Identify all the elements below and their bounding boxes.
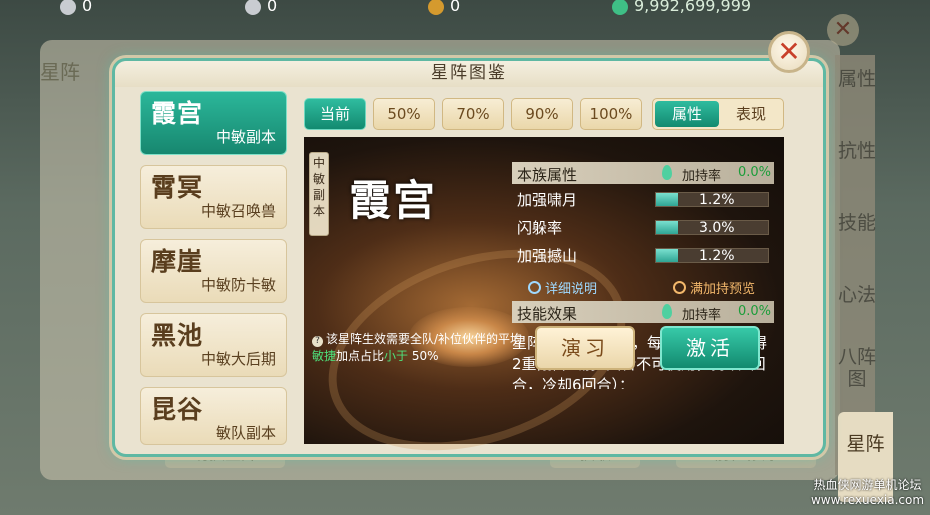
magnifier-icon [528,281,541,294]
close-icon[interactable]: ✕ [768,31,810,73]
right-tab-xinfa[interactable]: 心法 [838,284,876,306]
silver-coin-icon [245,0,261,15]
tab-50[interactable]: 50% [373,98,435,130]
attribute-name: 闪躲率 [517,219,563,237]
formation-desc: 中敏副本 [215,128,276,146]
tab-100[interactable]: 100% [580,98,642,130]
formation-detail-panel: 中敏副本 霞宫 本族属性 加持率 0.0% 加强啸月 1.2% 闪躲率 3.0%… [302,137,784,486]
activation-requirement-note: ? 该星阵生效需要全队/补位伙伴的平均敏捷加点占比小于 50% [312,332,523,363]
right-tab-skills[interactable]: 技能 [838,212,876,234]
right-tab-resistance[interactable]: 抗性 [838,140,876,162]
formation-item-heichi[interactable]: 黑池 中敏大后期 [140,313,287,377]
formation-codex-dialog: 星阵图鉴 霞宫 中敏副本 霄冥 中敏召唤兽 摩崖 中敏防卡敏 黑池 中敏大后期 … [112,58,826,486]
background-left-tab: 星阵 [40,60,80,84]
attribute-bar-fill [656,193,679,206]
toggle-attributes[interactable]: 属性 [655,101,719,127]
detail-link[interactable]: 详细说明 [528,278,597,297]
skill-effect-header: 技能效果 加持率 0.0% [512,301,774,323]
formation-big-name: 霞宫 [349,176,438,225]
formation-desc: 中敏大后期 [200,350,276,368]
formation-name: 霞宫 [151,99,204,128]
bonus-rate-value: 0.0% [738,304,772,319]
watermark: 热血侠网游单机论坛 www.rexuexia.com [805,478,930,508]
right-tab-attributes[interactable]: 属性 [838,68,876,90]
activate-button[interactable]: 激活 [660,326,760,370]
bonus-rate-value: 0.0% [738,165,772,180]
formation-desc: 中敏召唤兽 [200,202,276,220]
formation-item-xiaoming[interactable]: 霄冥 中敏召唤兽 [140,165,287,229]
jade-gem-icon [662,304,672,319]
skill-effect-label: 技能效果 [517,305,578,323]
resource-gold: 0 [428,0,460,17]
formation-name: 昆谷 [151,395,204,424]
help-icon[interactable]: ? [312,336,323,347]
attribute-bar: 1.2% [655,248,769,264]
race-attributes-header: 本族属性 加持率 0.0% [512,162,774,184]
toggle-appearance[interactable]: 表现 [719,101,783,127]
tab-90[interactable]: 90% [511,98,573,130]
right-tab-bazhentu[interactable]: 八阵图 [838,346,876,390]
formation-item-kungu[interactable]: 昆谷 敏队副本 [140,387,287,445]
jade-gem-icon [662,165,672,180]
watermark-line-1: 热血侠网游单机论坛 [813,478,922,492]
full-bonus-preview-link[interactable]: 满加持预览 [673,278,755,297]
gold-coin-icon [428,0,444,15]
attribute-bar-fill [656,249,679,262]
resource-silver-2: 0 [245,0,277,17]
view-toggle[interactable]: 属性 表现 [652,98,784,130]
resource-bar: 0 0 0 9,992,699,999 [0,0,930,18]
formation-item-xiagong[interactable]: 霞宫 中敏副本 [140,91,287,155]
attribute-bar: 1.2% [655,192,769,208]
attribute-name: 加强撼山 [517,247,578,265]
attribute-row: 加强撼山 1.2% [512,245,774,265]
formation-side-label: 中敏副本 [309,152,329,236]
formation-name: 霄冥 [151,173,204,202]
attribute-name: 加强啸月 [517,191,578,209]
bonus-rate-label: 加持率 [682,308,722,323]
tab-current[interactable]: 当前 [304,98,366,130]
attribute-value: 1.2% [699,248,735,264]
magnifier-icon [673,281,686,294]
formation-desc: 中敏防卡敏 [200,276,276,294]
attribute-value: 3.0% [699,220,735,236]
dialog-title: 星阵图鉴 [431,63,507,83]
attribute-row: 闪躲率 3.0% [512,217,774,237]
resource-jade: 9,992,699,999 [612,0,751,17]
attribute-bar: 3.0% [655,220,769,236]
tab-70[interactable]: 70% [442,98,504,130]
attribute-bar-fill [656,221,679,234]
attribute-value: 1.2% [699,192,735,208]
silver-coin-icon [60,0,76,15]
formation-item-moya[interactable]: 摩崖 中敏防卡敏 [140,239,287,303]
watermark-line-2: www.rexuexia.com [810,493,925,507]
race-attributes-label: 本族属性 [517,166,578,184]
attribute-row: 加强啸月 1.2% [512,189,774,209]
formation-name: 摩崖 [151,247,204,276]
resource-silver-1: 0 [60,0,92,17]
formation-name: 黑池 [151,321,204,350]
jade-coin-icon [612,0,628,15]
practice-button[interactable]: 演习 [535,326,635,370]
bonus-rate-label: 加持率 [682,169,722,184]
formation-desc: 敏队副本 [215,424,276,442]
background-close-icon: ✕ [827,14,859,46]
